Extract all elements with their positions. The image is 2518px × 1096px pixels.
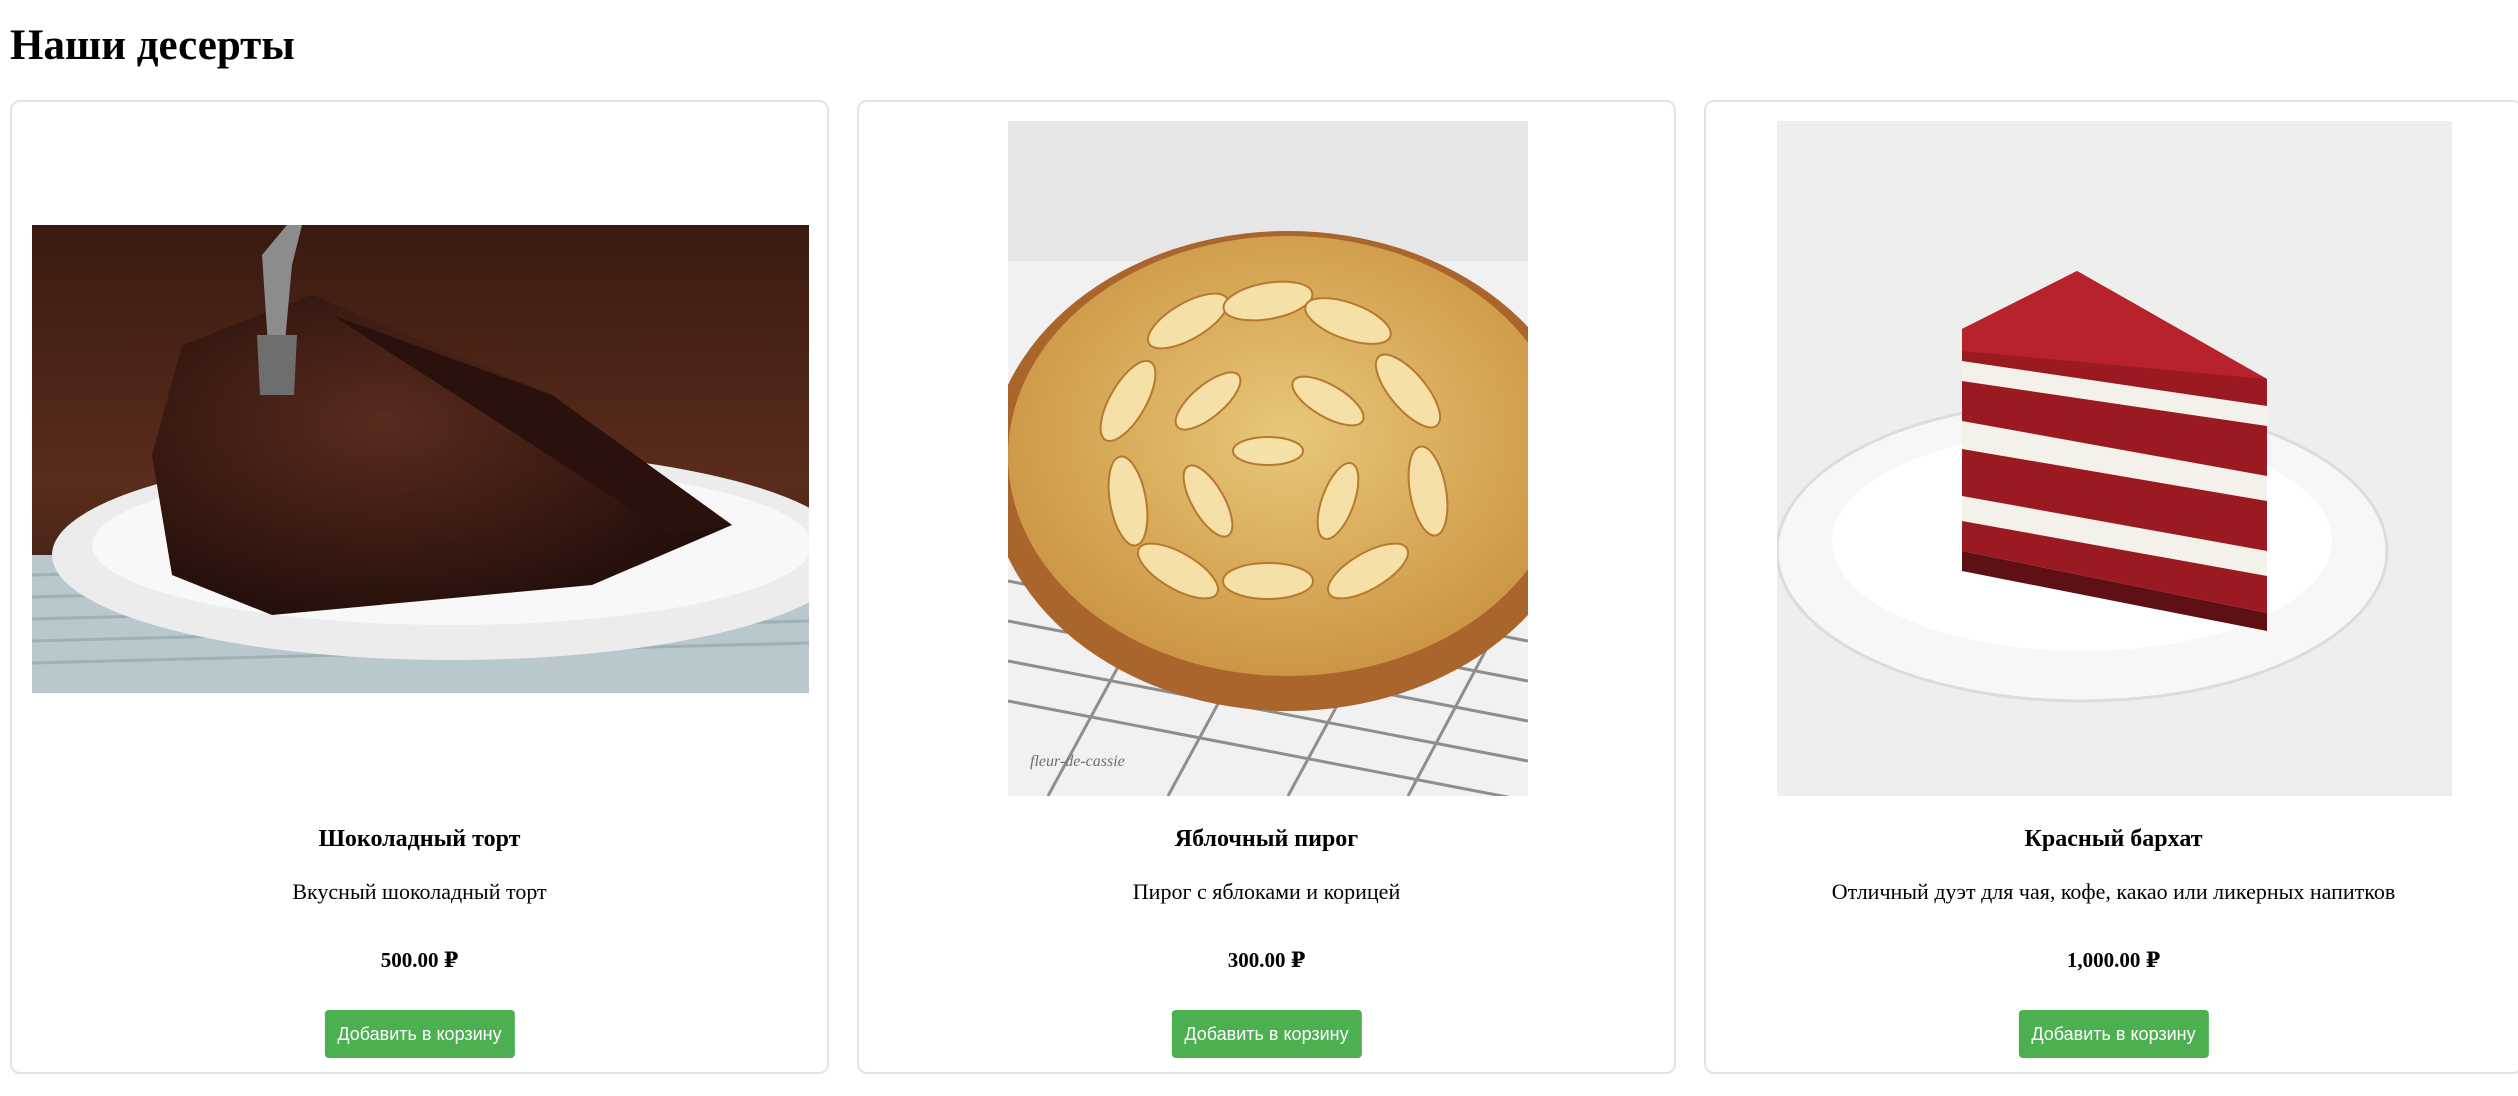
apple-pie-image: fleur-de-cassie <box>1007 121 1528 796</box>
image-watermark: fleur-de-cassie <box>1030 753 1125 770</box>
page-title: Наши десерты <box>10 22 295 69</box>
product-card: Шоколадный торт Вкусный шоколадный торт … <box>10 100 829 1074</box>
red-velvet-image <box>1777 121 2452 796</box>
product-image-frame: fleur-de-cassie <box>879 121 1656 796</box>
chocolate-cake-image <box>32 224 809 693</box>
product-name: Красный бархат <box>2024 826 2203 852</box>
product-image-frame <box>32 121 809 796</box>
product-name: Яблочный пирог <box>1174 826 1359 852</box>
product-price: 1,000.00 ₽ <box>2066 948 2161 972</box>
product-description: Вкусный шоколадный торт <box>292 879 547 904</box>
product-grid: Шоколадный торт Вкусный шоколадный торт … <box>10 100 2518 1074</box>
product-description: Отличный дуэт для чая, кофе, какао или л… <box>1831 879 2396 904</box>
product-card: fleur-de-cassie Яблочный пирог Пирог с я… <box>857 100 1676 1074</box>
product-price: 500.00 ₽ <box>380 948 459 972</box>
product-price: 300.00 ₽ <box>1227 948 1306 972</box>
add-to-cart-button[interactable]: Добавить в корзину <box>324 1010 515 1058</box>
add-to-cart-button[interactable]: Добавить в корзину <box>1171 1010 1362 1058</box>
add-to-cart-button[interactable]: Добавить в корзину <box>2018 1010 2209 1058</box>
product-card: Красный бархат Отличный дуэт для чая, ко… <box>1704 100 2518 1074</box>
product-image-frame <box>1726 121 2503 796</box>
product-name: Шоколадный торт <box>318 826 521 852</box>
product-description: Пирог с яблоками и корицей <box>1132 879 1401 904</box>
